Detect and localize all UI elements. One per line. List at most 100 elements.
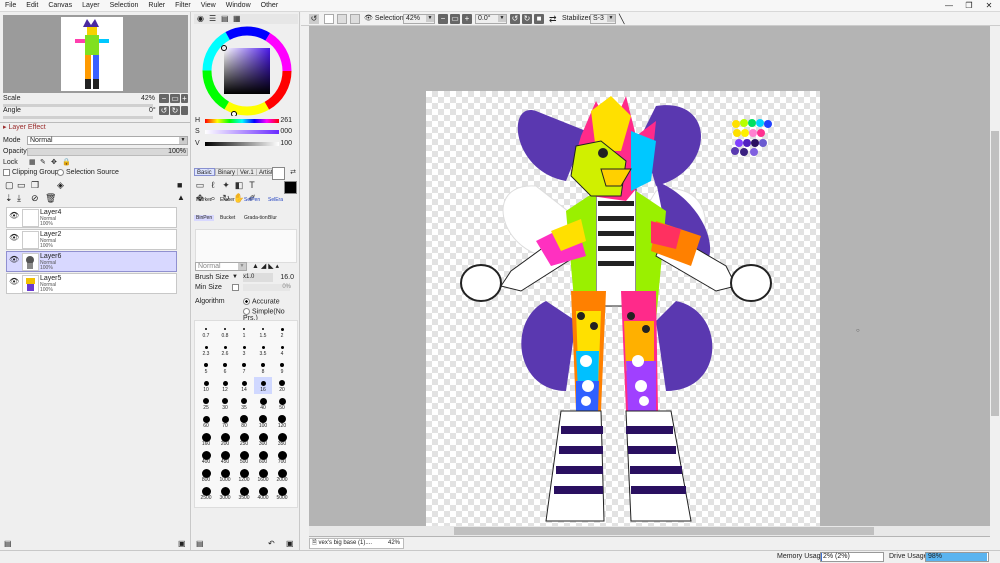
layer-item[interactable]: 👁 Layer4 Normal 100% — [6, 207, 177, 228]
angle-slider[interactable] — [3, 116, 153, 119]
show-selection-icon[interactable] — [350, 14, 360, 24]
hue-gradient[interactable] — [205, 119, 279, 123]
brush-size-cell[interactable]: 8 — [254, 359, 272, 376]
eye-icon[interactable]: 👁 — [9, 255, 19, 265]
value-gradient[interactable] — [205, 142, 279, 146]
rotate-reset-button[interactable] — [181, 106, 188, 115]
undo-history-icon[interactable]: ↺ — [309, 14, 319, 24]
rotate-reset-button[interactable]: ■ — [534, 14, 544, 24]
brush-blur[interactable]: Blur — [268, 215, 277, 221]
menu-selection[interactable]: Selection — [105, 0, 144, 12]
mode-select[interactable]: Normal ▼ — [27, 136, 188, 145]
brush-size-cell[interactable]: 16 — [254, 377, 272, 394]
tab-basic[interactable]: Basic — [194, 168, 215, 176]
brush-size-grid[interactable]: 0.7 0.8 1 1.5 2 2.3 2.6 3 3.5 4 5 6 7 8 9 10 12 14 16 20 25 3… — [194, 320, 298, 508]
blend-mode-select[interactable]: Normal ▼ — [195, 262, 247, 271]
menu-canvas[interactable]: Canvas — [43, 0, 77, 12]
brush-size-cell[interactable]: 0.7 — [197, 323, 215, 340]
brush-size-cell[interactable]: 70 — [216, 413, 234, 430]
brush-size-cell[interactable]: 1 — [235, 323, 253, 340]
layer-menu-icon[interactable]: ▤ — [4, 539, 12, 548]
menu-view[interactable]: View — [196, 0, 221, 12]
chevron-down-icon[interactable]: ▼ — [232, 273, 238, 282]
eye-icon[interactable]: 👁 — [9, 233, 19, 243]
brush-selpen[interactable]: SelPen — [244, 197, 260, 203]
brush-size-value[interactable]: 16.0 — [280, 273, 294, 282]
text-icon[interactable]: T — [246, 180, 258, 191]
brush-size-cell[interactable]: 700 — [273, 449, 291, 466]
brush-size-cell[interactable]: 40 — [254, 395, 272, 412]
new-layer-icon[interactable]: ▢ — [5, 180, 14, 190]
slider-mode-icon[interactable]: ☰ — [209, 14, 216, 23]
deselect-icon[interactable] — [324, 14, 334, 24]
layer-effect-header[interactable]: ▸ Layer Effect — [3, 123, 188, 133]
simple-radio[interactable] — [243, 308, 250, 315]
restore-icon[interactable]: ❐ — [962, 1, 976, 11]
brush-size-cell[interactable]: 1600 — [254, 467, 272, 484]
copy-layer-icon[interactable]: ❐ — [31, 180, 39, 190]
brush-size-cell[interactable]: 100 — [254, 413, 272, 430]
selection-toggle[interactable]: 👁 Selection — [364, 13, 404, 25]
brush-size-cell[interactable]: 2500 — [197, 485, 215, 502]
layer-effect-icon[interactable]: ◈ — [57, 180, 64, 190]
clear-layer-icon[interactable]: ⊘ — [31, 193, 39, 203]
brush-size-cell[interactable]: 10 — [197, 377, 215, 394]
select-rect-icon[interactable]: ▭ — [194, 180, 206, 191]
zoom-in-button[interactable]: + — [462, 14, 472, 24]
background-color-swatch[interactable] — [284, 181, 297, 194]
panel-menu-icon[interactable]: ■ — [177, 180, 182, 190]
layer-item-selected[interactable]: 👁 Layer6 Normal 100% — [6, 251, 177, 272]
zoom-select[interactable]: 42% ▼ — [403, 14, 435, 24]
transfer-down-icon[interactable]: ⇣ — [5, 193, 13, 203]
brush-size-cell[interactable]: 1200 — [235, 467, 253, 484]
brush-marker[interactable]: Marker — [196, 197, 212, 203]
save-icon[interactable]: ▣ — [286, 539, 294, 548]
lasso-icon[interactable]: ℓ — [207, 180, 219, 191]
brush-size-cell[interactable]: 4000 — [254, 485, 272, 502]
document-tab[interactable]: 🗎 vex's big base (1).... 42% — [309, 538, 404, 549]
menu-ruler[interactable]: Ruler — [143, 0, 170, 12]
rotate-right-button[interactable]: ↻ — [170, 106, 180, 115]
brush-size-cell[interactable]: 300 — [254, 431, 272, 448]
swap-colors-icon[interactable]: ⇄ — [287, 167, 299, 178]
brush-eraser[interactable]: Eraser — [220, 197, 235, 203]
lock-icon[interactable]: 🔒 — [62, 158, 71, 168]
brush-size-cell[interactable]: 5 — [197, 359, 215, 376]
vertical-scroll-thumb[interactable] — [991, 131, 999, 416]
brush-shape-icons[interactable]: ▲ ◢ ◣ ▴ — [252, 262, 279, 270]
saturation-gradient[interactable] — [205, 130, 279, 134]
brush-size-cell[interactable]: 3500 — [235, 485, 253, 502]
brush-size-cell[interactable]: 800 — [197, 467, 215, 484]
selection-source-checkbox[interactable] — [57, 168, 64, 176]
close-icon[interactable]: ✕ — [982, 1, 996, 11]
menu-layer[interactable]: Layer — [77, 0, 105, 12]
tab-ver1[interactable]: Ver.1 — [237, 168, 257, 176]
brush-size-cell[interactable]: 600 — [254, 449, 272, 466]
brush-size-cell[interactable]: 4 — [273, 341, 291, 358]
zoom-out-button[interactable]: − — [159, 94, 169, 103]
zoom-out-button[interactable]: − — [438, 14, 448, 24]
brush-size-cell[interactable]: 14 — [235, 377, 253, 394]
menu-file[interactable]: File — [0, 0, 21, 12]
undo-icon[interactable]: ↶ — [268, 539, 275, 548]
brush-size-cell[interactable]: 25 — [197, 395, 215, 412]
brush-size-cell[interactable]: 60 — [197, 413, 215, 430]
stabilizer-select[interactable]: S-3 ▼ — [590, 14, 616, 24]
rotate-right-button[interactable]: ↻ — [522, 14, 532, 24]
brush-size-cell[interactable]: 20 — [273, 377, 291, 394]
brush-size-multiplier[interactable]: x1.0 — [243, 273, 273, 282]
zoom-fit-button[interactable]: ▭ — [450, 14, 460, 24]
clipping-group-checkbox[interactable] — [3, 168, 10, 176]
magic-wand-icon[interactable]: ✦ — [220, 180, 232, 191]
value-slider[interactable]: V 100 — [195, 140, 295, 148]
rgb-mode-icon[interactable]: ▤ — [221, 14, 229, 23]
brush-size-cell[interactable]: 120 — [273, 413, 291, 430]
brush-size-cell[interactable]: 160 — [197, 431, 215, 448]
brush-size-cell[interactable]: 80 — [235, 413, 253, 430]
brush-size-cell[interactable]: 9 — [273, 359, 291, 376]
lock-move-icon[interactable]: ✥ — [51, 158, 57, 168]
menu-window[interactable]: Window — [221, 0, 256, 12]
brush-size-cell[interactable]: 1000 — [216, 467, 234, 484]
menu-other[interactable]: Other — [256, 0, 284, 12]
tab-binary[interactable]: Binary — [215, 168, 239, 176]
